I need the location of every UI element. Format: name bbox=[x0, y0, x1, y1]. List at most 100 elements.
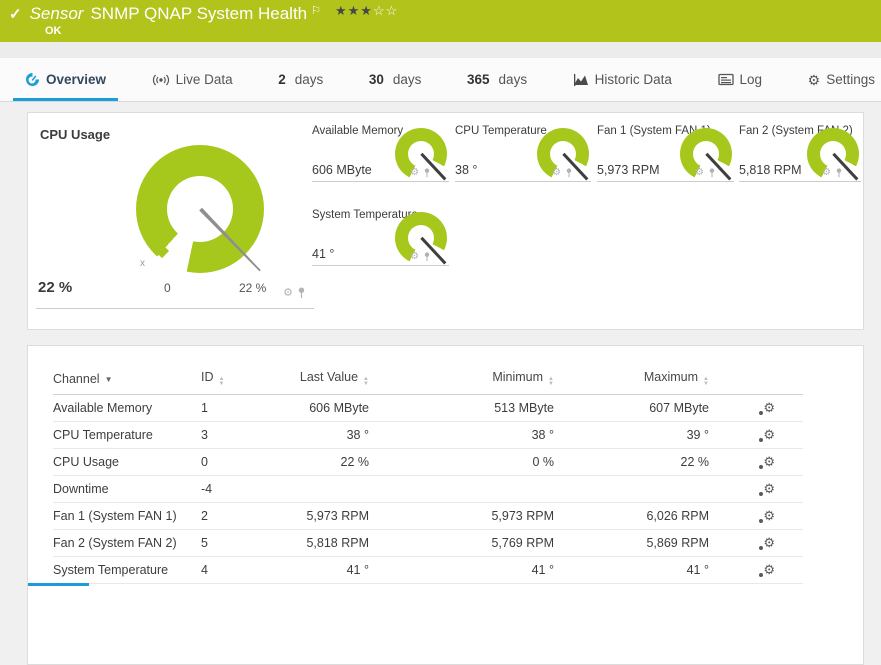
channel-name[interactable]: CPU Temperature bbox=[53, 421, 201, 449]
gauge-settings-icon[interactable]: ⚙ bbox=[822, 168, 831, 178]
table-row[interactable]: System Temperature 4 41 ° 41 ° 41 ° ⚙ bbox=[53, 556, 803, 584]
tab-historic-data[interactable]: Historic Data bbox=[571, 58, 674, 101]
gauge-current-value: 22 % bbox=[38, 279, 73, 296]
gauge-scale-max: 22 % bbox=[239, 281, 267, 295]
broadcast-icon bbox=[152, 74, 169, 85]
gauge-start-marker bbox=[154, 243, 170, 259]
tab-bar: Overview Live Data 2 days 30 days 365 da… bbox=[0, 58, 881, 102]
table-row[interactable]: Downtime -4 ⚙ bbox=[53, 475, 803, 503]
tab-overview[interactable]: Overview bbox=[12, 58, 119, 101]
tab-2-days[interactable]: 2 days bbox=[276, 58, 325, 101]
channel-last-value bbox=[263, 475, 369, 503]
channel-last-value: 22 % bbox=[263, 448, 369, 476]
column-header-last-value[interactable]: Last Value ▲ ▼ bbox=[263, 364, 369, 395]
table-row[interactable]: Fan 2 (System FAN 2) 5 5,818 RPM 5,769 R… bbox=[53, 529, 803, 557]
channel-id: 1 bbox=[201, 394, 263, 422]
column-header-maximum[interactable]: Maximum ▲ ▼ bbox=[554, 364, 709, 395]
gauge-tile-fan-1: Fan 1 (System FAN 1) 5,973 RPM ⚙ bbox=[597, 125, 734, 182]
gear-icon: ⚙ bbox=[807, 71, 821, 88]
channel-minimum: 41 ° bbox=[369, 556, 554, 584]
tab-30-days[interactable]: 30 days bbox=[367, 58, 424, 101]
table-row[interactable]: Fan 1 (System FAN 1) 2 5,973 RPM 5,973 R… bbox=[53, 502, 803, 530]
tab-log[interactable]: Log bbox=[716, 58, 765, 101]
channel-settings-icon[interactable]: ⚙ bbox=[759, 508, 775, 524]
tab-label: Historic Data bbox=[594, 72, 672, 87]
channel-id: -4 bbox=[201, 475, 263, 503]
table-header-row: Channel ▼ ID ▲ ▼ Last Value ▲ ▼ Minimum ▲ ▼ Max… bbox=[53, 364, 803, 395]
gauge-title: CPU Usage bbox=[40, 127, 111, 142]
channel-maximum: 41 ° bbox=[554, 556, 709, 584]
tab-day-unit: days bbox=[392, 72, 422, 87]
channel-minimum: 5,973 RPM bbox=[369, 502, 554, 530]
tab-day-count: 30 bbox=[368, 72, 384, 87]
pin-icon[interactable] bbox=[835, 168, 843, 178]
channel-maximum: 39 ° bbox=[554, 421, 709, 449]
pin-icon[interactable] bbox=[423, 168, 431, 178]
channel-name[interactable]: CPU Usage bbox=[53, 448, 201, 476]
sort-icon: ▲ ▼ bbox=[703, 376, 709, 388]
gauge-settings-icon[interactable]: ⚙ bbox=[695, 168, 704, 178]
channel-settings-icon[interactable]: ⚙ bbox=[759, 427, 775, 443]
gauge-settings-icon[interactable]: ⚙ bbox=[410, 252, 419, 262]
sort-desc-icon: ▼ bbox=[104, 374, 113, 384]
column-header-minimum[interactable]: Minimum ▲ ▼ bbox=[369, 364, 554, 395]
channel-name[interactable]: System Temperature bbox=[53, 556, 201, 584]
cpu-usage-gauge bbox=[136, 145, 264, 273]
page-title: SNMP QNAP System Health bbox=[90, 4, 308, 23]
gauge-settings-icon[interactable]: ⚙ bbox=[410, 168, 419, 178]
channel-minimum: 38 ° bbox=[369, 421, 554, 449]
channel-settings-icon[interactable]: ⚙ bbox=[759, 400, 775, 416]
gauge-tile-system-temperature: System Temperature 41 ° ⚙ bbox=[312, 209, 449, 266]
gauge-current-value: 41 ° bbox=[312, 247, 335, 261]
channel-minimum: 5,769 RPM bbox=[369, 529, 554, 557]
tab-settings[interactable]: ⚙ Settings bbox=[806, 58, 877, 101]
priority-stars[interactable]: ★★★☆☆ bbox=[335, 3, 398, 19]
channel-name[interactable]: Available Memory bbox=[53, 394, 201, 422]
tab-365-days[interactable]: 365 days bbox=[465, 58, 529, 101]
channel-id: 3 bbox=[201, 421, 263, 449]
gauge-settings-icon[interactable]: ⚙ bbox=[283, 287, 293, 299]
tab-day-unit: days bbox=[498, 72, 528, 87]
pin-icon[interactable] bbox=[297, 287, 306, 299]
pin-icon[interactable] bbox=[708, 168, 716, 178]
gauge-current-value: 606 MByte bbox=[312, 163, 372, 177]
gauge-tile-fan-2: Fan 2 (System FAN 2) 5,818 RPM ⚙ bbox=[739, 125, 861, 182]
content-area: CPU Usage x 0 22 % 22 % ⚙ Available Memo… bbox=[0, 102, 881, 665]
gauge-current-value: 38 ° bbox=[455, 163, 478, 177]
gauge-settings-icon[interactable]: ⚙ bbox=[552, 168, 561, 178]
sort-icon: ▲ ▼ bbox=[548, 376, 554, 388]
channel-settings-icon[interactable]: ⚙ bbox=[759, 535, 775, 551]
stars-filled: ★★★ bbox=[335, 3, 373, 18]
table-row[interactable]: CPU Usage 0 22 % 0 % 22 % ⚙ bbox=[53, 448, 803, 476]
gauge-tile-cpu-usage: CPU Usage x 0 22 % 22 % ⚙ bbox=[36, 121, 314, 309]
channel-name[interactable]: Fan 2 (System FAN 2) bbox=[53, 529, 201, 557]
channel-maximum: 5,869 RPM bbox=[554, 529, 709, 557]
pin-icon[interactable] bbox=[423, 252, 431, 262]
column-header-channel[interactable]: Channel ▼ bbox=[53, 364, 201, 395]
pin-icon[interactable] bbox=[565, 168, 573, 178]
column-header-actions bbox=[709, 364, 803, 395]
table-row[interactable]: Available Memory 1 606 MByte 513 MByte 6… bbox=[53, 394, 803, 422]
channel-last-value: 41 ° bbox=[263, 556, 369, 584]
tab-label: Live Data bbox=[175, 72, 233, 87]
channel-settings-icon[interactable]: ⚙ bbox=[759, 481, 775, 497]
tab-live-data[interactable]: Live Data bbox=[150, 58, 235, 101]
channels-panel: Channel ▼ ID ▲ ▼ Last Value ▲ ▼ Minimum ▲ ▼ Max… bbox=[27, 345, 864, 665]
channel-minimum: 513 MByte bbox=[369, 394, 554, 422]
gauges-panel: CPU Usage x 0 22 % 22 % ⚙ Available Memo… bbox=[27, 112, 864, 330]
channel-name[interactable]: Fan 1 (System FAN 1) bbox=[53, 502, 201, 530]
flag-icon[interactable]: ⚐ bbox=[311, 4, 321, 17]
gauge-current-value: 5,973 RPM bbox=[597, 163, 660, 177]
channel-name[interactable]: Downtime bbox=[53, 475, 201, 503]
column-header-id[interactable]: ID ▲ ▼ bbox=[201, 364, 263, 395]
tab-day-count: 365 bbox=[467, 72, 490, 87]
sensor-kind-label: Sensor bbox=[29, 4, 84, 23]
status-badge: OK bbox=[45, 25, 62, 37]
channel-settings-icon[interactable]: ⚙ bbox=[759, 562, 775, 578]
table-row[interactable]: CPU Temperature 3 38 ° 38 ° 39 ° ⚙ bbox=[53, 421, 803, 449]
gauge-scale-min: 0 bbox=[164, 281, 171, 295]
channel-minimum: 0 % bbox=[369, 448, 554, 476]
channel-settings-icon[interactable]: ⚙ bbox=[759, 454, 775, 470]
channel-maximum: 6,026 RPM bbox=[554, 502, 709, 530]
channel-last-value: 5,818 RPM bbox=[263, 529, 369, 557]
